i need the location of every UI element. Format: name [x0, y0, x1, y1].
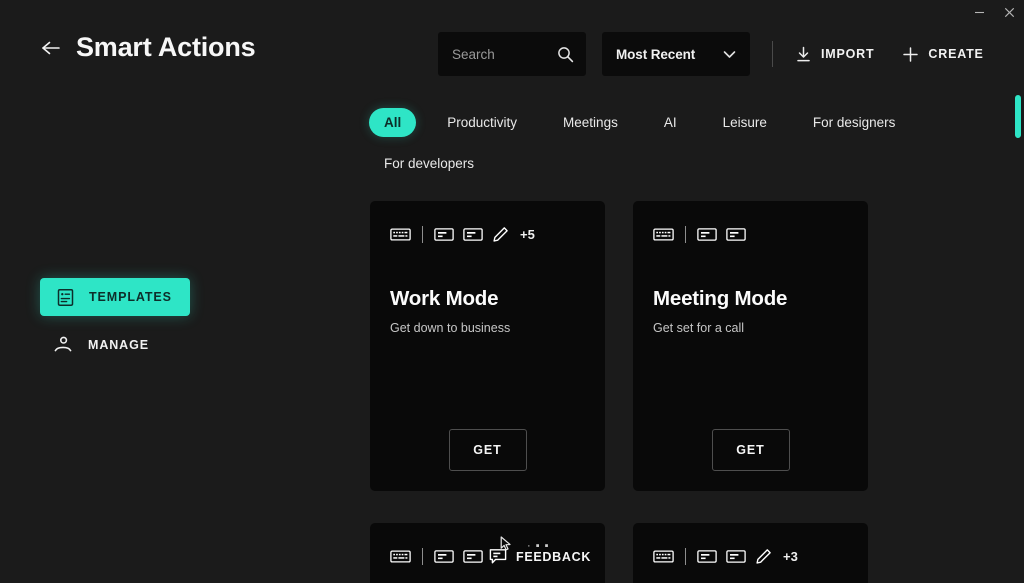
toolbar: Most Recent IMPORT — [438, 32, 984, 76]
sidebar: TEMPLATES MANAGE — [40, 278, 270, 364]
back-arrow-icon[interactable] — [40, 37, 62, 59]
chat-bubble-icon — [489, 548, 507, 566]
page-header: Smart Actions — [40, 32, 256, 63]
download-icon — [795, 46, 812, 63]
filter-chip-for-developers[interactable]: For developers — [369, 149, 489, 178]
filter-chip-for-designers[interactable]: For designers — [798, 108, 911, 137]
card-icon-row: +3 — [653, 545, 848, 567]
card-subtitle: Get down to business — [390, 321, 511, 335]
banner-text-icon — [434, 227, 454, 242]
icon-divider — [422, 225, 423, 243]
card-footer: GET — [653, 429, 848, 471]
keyboard-icon — [390, 227, 411, 242]
sidebar-item-manage[interactable]: MANAGE — [40, 326, 167, 364]
category-filters: All Productivity Meetings AI Leisure For… — [369, 108, 969, 178]
sort-dropdown[interactable]: Most Recent — [602, 32, 750, 76]
get-button[interactable]: GET — [711, 429, 790, 471]
filter-chip-ai[interactable]: AI — [649, 108, 692, 137]
keyboard-icon — [390, 549, 411, 564]
window-controls — [964, 0, 1024, 24]
feedback-label: FEEDBACK — [516, 550, 592, 564]
banner-text-icon — [726, 549, 746, 564]
create-button[interactable]: CREATE — [902, 46, 983, 63]
filter-chip-leisure[interactable]: Leisure — [708, 108, 782, 137]
minimize-icon[interactable] — [964, 1, 994, 23]
card-more-count: +5 — [520, 226, 535, 242]
template-card[interactable]: Meeting Mode Get set for a call GET — [633, 201, 868, 491]
filter-chip-all[interactable]: All — [369, 108, 417, 137]
plus-icon — [902, 46, 919, 63]
page-title: Smart Actions — [76, 32, 256, 62]
sidebar-item-templates[interactable]: TEMPLATES — [40, 278, 190, 316]
pencil-icon — [492, 226, 509, 243]
filter-chip-meetings[interactable]: Meetings — [548, 108, 633, 137]
banner-text-icon — [463, 549, 483, 564]
sort-selected-value: Most Recent — [616, 46, 696, 62]
card-icon-row: +5 — [390, 223, 585, 245]
banner-text-icon — [463, 227, 483, 242]
icon-divider — [685, 225, 686, 243]
template-card-icon — [56, 288, 75, 307]
banner-text-icon — [697, 549, 717, 564]
search-icon[interactable] — [557, 46, 574, 63]
person-manage-icon — [52, 334, 74, 356]
chevron-down-icon — [723, 50, 736, 59]
keyboard-icon — [653, 227, 674, 242]
templates-grid: +5 Work Mode Get down to business GET Me… — [370, 201, 890, 583]
card-title: Work Mode — [390, 287, 499, 310]
sidebar-item-label-manage: MANAGE — [88, 338, 149, 352]
create-label: CREATE — [928, 47, 984, 61]
banner-text-icon — [726, 227, 746, 242]
card-icon-row — [653, 223, 848, 245]
template-card[interactable]: +5 Work Mode Get down to business GET — [370, 201, 605, 491]
pencil-icon — [755, 548, 772, 565]
search-input[interactable] — [452, 46, 548, 62]
card-more-count: +3 — [783, 548, 798, 564]
sidebar-item-label-templates: TEMPLATES — [89, 290, 172, 304]
app-window: Smart Actions Most Recent — [0, 0, 1024, 583]
icon-divider — [422, 547, 423, 565]
card-subtitle: Get set for a call — [653, 321, 745, 335]
toolbar-divider — [772, 41, 773, 67]
card-footer: GET — [390, 429, 585, 471]
scrollbar-thumb[interactable] — [1015, 95, 1021, 138]
search-box[interactable] — [438, 32, 586, 76]
close-icon[interactable] — [994, 1, 1024, 23]
import-button[interactable]: IMPORT — [795, 46, 874, 63]
icon-divider — [685, 547, 686, 565]
card-title: Meeting Mode — [653, 287, 788, 310]
keyboard-icon — [653, 549, 674, 564]
banner-text-icon — [697, 227, 717, 242]
feedback-widget[interactable]: FEEDBACK — [489, 548, 591, 566]
import-label: IMPORT — [821, 47, 875, 61]
filter-chip-productivity[interactable]: Productivity — [432, 108, 532, 137]
get-button[interactable]: GET — [448, 429, 527, 471]
template-card[interactable]: +3 — [633, 523, 868, 583]
banner-text-icon — [434, 549, 454, 564]
